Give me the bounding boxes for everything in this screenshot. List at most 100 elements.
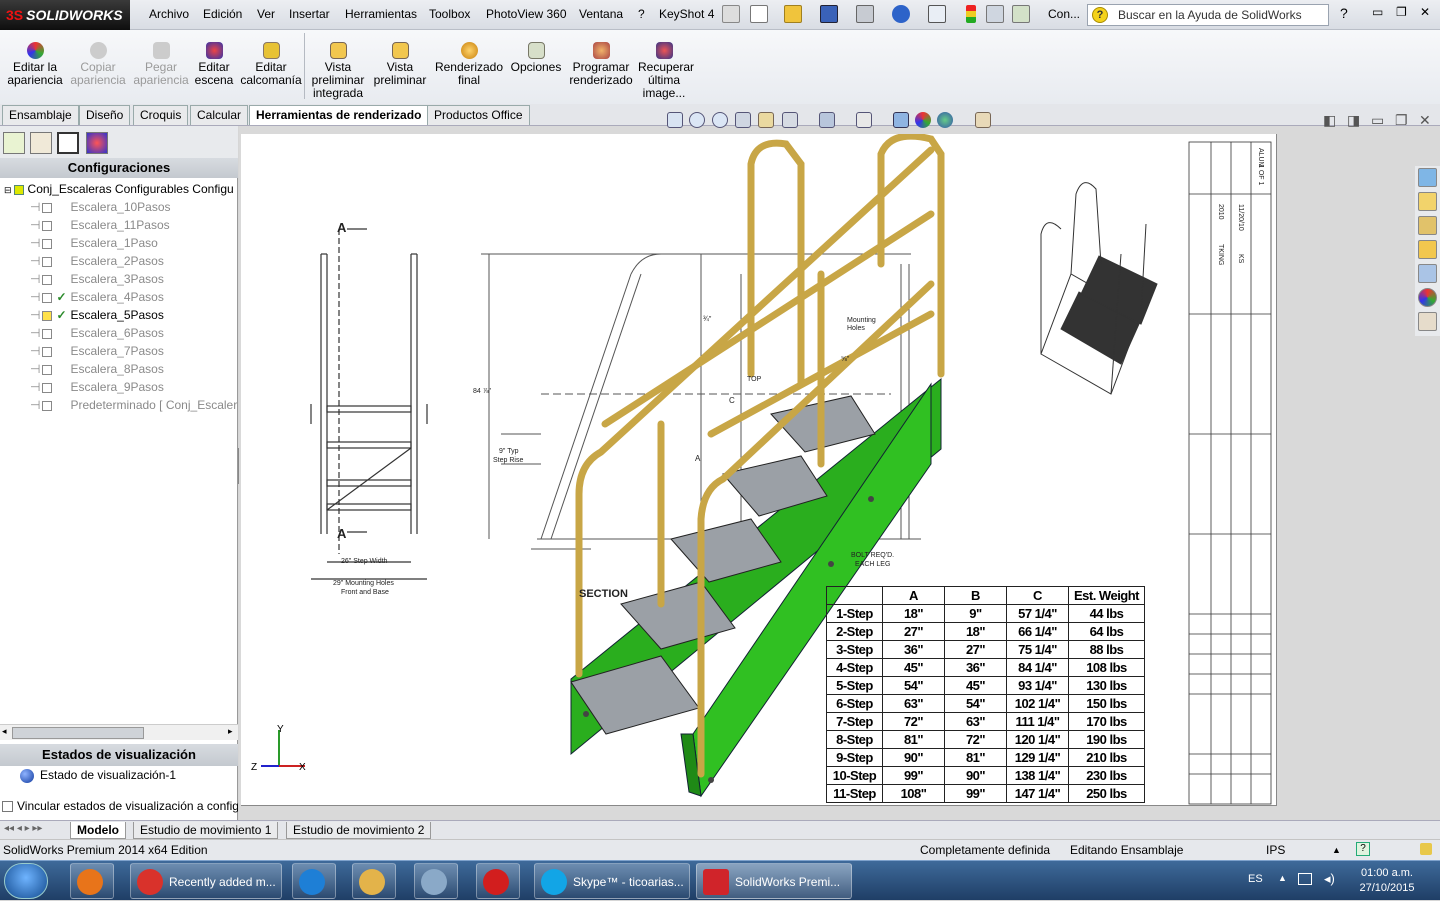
property-manager-icon[interactable]	[30, 132, 52, 154]
scroll-right-icon[interactable]: ▸	[228, 726, 233, 737]
menu-herramientas[interactable]: Herramientas	[345, 7, 417, 21]
config-item[interactable]: ⊣ ✓ Escalera_5Pasos	[30, 306, 164, 324]
firefox-taskbar-button[interactable]	[70, 863, 114, 899]
view-palette-icon[interactable]	[1418, 264, 1437, 283]
final-render-button[interactable]: Renderizado final	[434, 40, 504, 87]
options-button[interactable]: Opciones	[508, 40, 564, 74]
help-menu-icon[interactable]: ?	[1340, 5, 1348, 21]
show-hidden-icons-icon[interactable]: ▲	[1278, 873, 1287, 883]
apply-scene-icon[interactable]	[915, 112, 931, 128]
display-manager-icon[interactable]	[86, 132, 108, 154]
minimize-doc-icon[interactable]: ▭	[1371, 112, 1384, 129]
config-item[interactable]: ⊣ Predeterminado [ Conj_Escaler	[30, 396, 237, 414]
print-icon[interactable]	[856, 5, 874, 23]
units-dropdown-icon[interactable]: ▲	[1332, 840, 1341, 860]
config-item[interactable]: ⊣ Escalera_10Pasos	[30, 198, 171, 216]
config-item[interactable]: ⊣ Escalera_6Pasos	[30, 324, 164, 342]
panel-horizontal-scrollbar[interactable]: ◂ ▸	[0, 724, 238, 740]
units-selector[interactable]: IPS	[1266, 840, 1285, 860]
ie-taskbar-button[interactable]	[292, 863, 336, 899]
menu-toolbox[interactable]: Toolbox	[429, 7, 470, 21]
tab-nav-arrows[interactable]: ◂◂ ◂ ▸ ▸▸	[4, 823, 42, 834]
edit-decal-button[interactable]: Editar calcomanía	[240, 40, 302, 87]
start-button[interactable]	[4, 863, 48, 899]
minimize-app-icon[interactable]: ▭	[1372, 5, 1383, 19]
network-icon[interactable]	[1298, 873, 1312, 885]
tab-office-products[interactable]: Productos Office	[427, 105, 530, 125]
hide-show-icon[interactable]	[856, 112, 872, 128]
skype-taskbar-button[interactable]: Skype™ - ticoarias...	[534, 863, 690, 899]
rebuild-icon[interactable]	[966, 5, 976, 23]
edit-appearance-button[interactable]: Editar la apariencia	[6, 40, 64, 87]
preview-window-button[interactable]: Vista preliminar	[372, 40, 428, 87]
dynamic-annotation-icon[interactable]	[758, 112, 774, 128]
solidworks-taskbar-button[interactable]: SolidWorks Premi...	[696, 863, 852, 899]
calculator-taskbar-button[interactable]	[414, 863, 458, 899]
config-root-item[interactable]: ⊟ Conj_Escaleras Configurables Configu	[4, 180, 234, 198]
zoom-fit-icon[interactable]	[667, 112, 683, 128]
file-properties-icon[interactable]	[986, 5, 1004, 23]
link-display-states-checkbox[interactable]: Vincular estados de visualización a conf…	[0, 799, 238, 813]
menu-insertar[interactable]: Insertar	[289, 7, 330, 21]
pin-icon[interactable]	[722, 5, 740, 23]
tab-render-tools[interactable]: Herramientas de renderizado	[249, 105, 429, 125]
undo-icon[interactable]	[892, 5, 910, 23]
chrome-taskbar-button[interactable]: Recently added m...	[130, 863, 282, 899]
opera-taskbar-button[interactable]	[476, 863, 520, 899]
recover-last-image-button[interactable]: Recuperar última image...	[638, 40, 694, 100]
config-item[interactable]: ⊣ ✓ Escalera_4Pasos	[30, 288, 164, 306]
menu-keyshot[interactable]: KeyShot 4	[659, 7, 714, 21]
display-state-item[interactable]: Estado de visualización-1	[20, 766, 176, 784]
design-library-icon[interactable]	[1418, 216, 1437, 235]
tab-model[interactable]: Modelo	[70, 822, 126, 839]
config-item[interactable]: ⊣ Escalera_2Pasos	[30, 252, 164, 270]
home-icon[interactable]	[1418, 192, 1437, 211]
edit-scene-button[interactable]: Editar escena	[194, 40, 234, 87]
tag-icon[interactable]	[1420, 843, 1432, 855]
save-icon[interactable]	[820, 5, 838, 23]
language-indicator[interactable]: ES	[1248, 873, 1263, 885]
menu-ventana[interactable]: Ventana	[579, 7, 623, 21]
menu-ver[interactable]: Ver	[257, 7, 275, 21]
explorer-taskbar-button[interactable]	[352, 863, 396, 899]
scene-menu-icon[interactable]	[937, 112, 953, 128]
solidworks-resources-icon[interactable]	[1418, 168, 1437, 187]
select-arrow-icon[interactable]	[928, 5, 946, 23]
status-help-icon[interactable]: ?	[1356, 842, 1370, 856]
tab-motion-study-2[interactable]: Estudio de movimiento 2	[286, 822, 432, 839]
copy-appearance-button[interactable]: Copiar apariencia	[70, 40, 126, 87]
tab-diseno[interactable]: Diseño	[79, 105, 131, 125]
tab-motion-study-1[interactable]: Estudio de movimiento 1	[133, 822, 279, 839]
appearances-icon[interactable]	[1418, 288, 1437, 307]
file-explorer-icon[interactable]	[1418, 240, 1437, 259]
view-settings-icon[interactable]	[975, 112, 991, 128]
previous-view-icon[interactable]	[712, 112, 728, 128]
config-dropdown[interactable]: Con...	[1048, 7, 1080, 21]
tile-right-icon[interactable]: ◨	[1347, 112, 1360, 129]
checkbox-icon[interactable]	[2, 801, 13, 813]
menu-archivo[interactable]: Archivo	[149, 7, 189, 21]
config-item[interactable]: ⊣ Escalera_9Pasos	[30, 378, 164, 396]
custom-properties-icon[interactable]	[1418, 312, 1437, 331]
config-item[interactable]: ⊣ Escalera_1Paso	[30, 234, 158, 252]
config-item[interactable]: ⊣ Escalera_7Pasos	[30, 342, 164, 360]
zoom-area-icon[interactable]	[689, 112, 705, 128]
scroll-left-icon[interactable]: ◂	[2, 726, 7, 737]
config-item[interactable]: ⊣ Escalera_11Pasos	[30, 216, 170, 234]
config-item[interactable]: ⊣ Escalera_3Pasos	[30, 270, 164, 288]
options-icon[interactable]	[1012, 5, 1030, 23]
paste-appearance-button[interactable]: Pegar apariencia	[132, 40, 190, 87]
scroll-thumb[interactable]	[12, 727, 144, 739]
display-style-icon[interactable]	[819, 112, 835, 128]
config-item[interactable]: ⊣ Escalera_8Pasos	[30, 360, 164, 378]
edit-appearance-view-icon[interactable]	[893, 112, 909, 128]
open-folder-icon[interactable]	[784, 5, 802, 23]
tab-croquis[interactable]: Croquis	[133, 105, 189, 125]
clock-date[interactable]: 27/10/2015	[1354, 882, 1420, 894]
integrated-preview-button[interactable]: Vista preliminar integrada	[308, 40, 368, 100]
menu-edicion[interactable]: Edición	[203, 7, 242, 21]
restore-app-icon[interactable]: ❐	[1396, 5, 1407, 19]
volume-icon[interactable]: ◂)	[1324, 871, 1335, 887]
menu-help[interactable]: ?	[638, 7, 645, 21]
close-doc-icon[interactable]: ✕	[1419, 112, 1431, 129]
